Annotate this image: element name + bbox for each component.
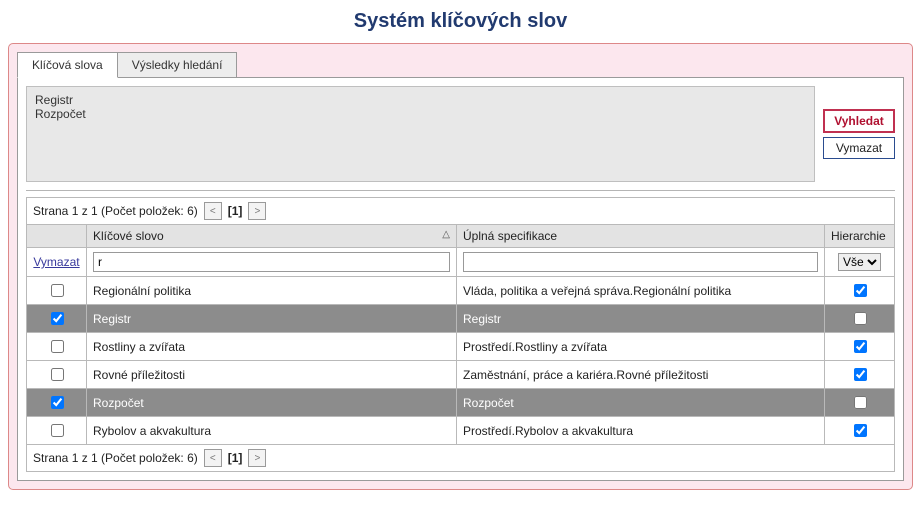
table-row[interactable]: RegistrRegistr (27, 305, 895, 333)
clear-button[interactable]: Vymazat (823, 137, 895, 159)
row-select-checkbox[interactable] (51, 424, 64, 437)
selected-keyword: Registr (35, 93, 806, 107)
table-row[interactable]: Rybolov a akvakulturaProstředí.Rybolov a… (27, 417, 895, 445)
selected-keyword: Rozpočet (35, 107, 806, 121)
clear-filters-link[interactable]: Vymazat (33, 255, 79, 269)
table-row[interactable]: Rovné příležitostiZaměstnání, práce a ka… (27, 361, 895, 389)
row-fullspec: Vláda, politika a veřejná správa.Regioná… (457, 277, 825, 305)
filter-keyword-input[interactable] (93, 252, 450, 272)
row-fullspec: Zaměstnání, práce a kariéra.Rovné přílež… (457, 361, 825, 389)
pager-prev-icon[interactable]: < (204, 449, 222, 467)
row-hierarchy-checkbox[interactable] (854, 284, 867, 297)
row-keyword: Rovné příležitosti (87, 361, 457, 389)
selected-keywords-list[interactable]: Registr Rozpočet (26, 86, 815, 182)
row-keyword: Registr (87, 305, 457, 333)
search-button[interactable]: Vyhledat (823, 109, 895, 133)
col-header-fullspec[interactable]: Úplná specifikace (457, 225, 825, 248)
row-keyword: Rozpočet (87, 389, 457, 417)
row-select-checkbox[interactable] (51, 284, 64, 297)
sort-asc-icon: △ (442, 229, 450, 240)
col-header-keyword[interactable]: Klíčové slovo △ (87, 225, 457, 248)
row-keyword: Regionální politika (87, 277, 457, 305)
row-keyword: Rybolov a akvakultura (87, 417, 457, 445)
row-select-checkbox[interactable] (51, 368, 64, 381)
row-hierarchy-checkbox[interactable] (854, 368, 867, 381)
row-hierarchy-checkbox[interactable] (854, 340, 867, 353)
pager-text: Strana 1 z 1 (Počet položek: 6) (33, 451, 198, 465)
filter-fullspec-input[interactable] (463, 252, 818, 272)
row-fullspec: Prostředí.Rostliny a zvířata (457, 333, 825, 361)
row-keyword: Rostliny a zvířata (87, 333, 457, 361)
pager-current: [1] (228, 204, 243, 218)
pager-prev-icon[interactable]: < (204, 202, 222, 220)
pager-text: Strana 1 z 1 (Počet položek: 6) (33, 204, 198, 218)
row-fullspec: Registr (457, 305, 825, 333)
table-row[interactable]: RozpočetRozpočet (27, 389, 895, 417)
row-select-checkbox[interactable] (51, 312, 64, 325)
row-fullspec: Rozpočet (457, 389, 825, 417)
col-header-check (27, 225, 87, 248)
row-hierarchy-checkbox[interactable] (854, 312, 867, 325)
row-select-checkbox[interactable] (51, 340, 64, 353)
tab-results[interactable]: Výsledky hledání (118, 52, 238, 78)
table-row[interactable]: Rostliny a zvířataProstředí.Rostliny a z… (27, 333, 895, 361)
pager-next-icon[interactable]: > (248, 202, 266, 220)
page-title: Systém klíčových slov (8, 10, 913, 33)
table-row[interactable]: Regionální politikaVláda, politika a veř… (27, 277, 895, 305)
row-fullspec: Prostředí.Rybolov a akvakultura (457, 417, 825, 445)
main-panel: Klíčová slova Výsledky hledání Registr R… (8, 43, 913, 490)
pager-bottom: Strana 1 z 1 (Počet položek: 6) < [1] > (26, 445, 895, 472)
row-select-checkbox[interactable] (51, 396, 64, 409)
separator (26, 190, 895, 191)
filter-hierarchy-select[interactable]: Vše (838, 253, 881, 271)
tab-keywords[interactable]: Klíčová slova (17, 52, 118, 78)
row-hierarchy-checkbox[interactable] (854, 424, 867, 437)
row-hierarchy-checkbox[interactable] (854, 396, 867, 409)
pager-next-icon[interactable]: > (248, 449, 266, 467)
keyword-table: Klíčové slovo △ Úplná specifikace Hierar… (26, 224, 895, 445)
pager-top: Strana 1 z 1 (Počet položek: 6) < [1] > (26, 197, 895, 224)
pager-current: [1] (228, 451, 243, 465)
col-header-hierarchy[interactable]: Hierarchie (825, 225, 895, 248)
